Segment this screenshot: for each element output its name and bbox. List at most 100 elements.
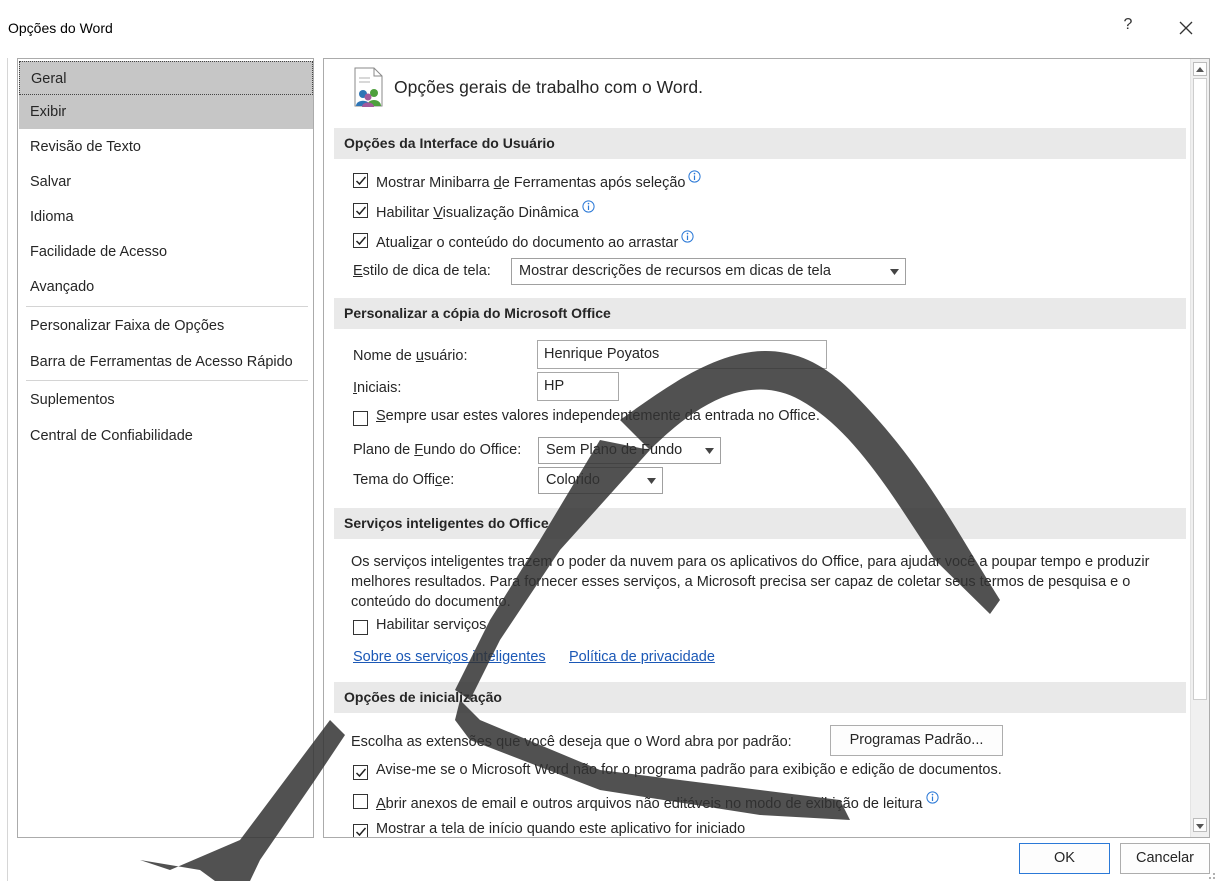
sidebar-item-exibir[interactable]: Exibir — [19, 95, 313, 129]
always-use-checkbox[interactable] — [353, 411, 368, 426]
update-drag-checkbox[interactable] — [353, 233, 368, 248]
options-panel: Opções gerais de trabalho com o Word. Op… — [323, 58, 1210, 838]
sidebar-item-avancado[interactable]: Avançado — [19, 270, 313, 304]
minibar-checkbox[interactable] — [353, 173, 368, 188]
vertical-scrollbar[interactable] — [1190, 59, 1209, 837]
sidebar-item-suplementos[interactable]: Suplementos — [19, 383, 313, 417]
select-value: Colorido — [546, 472, 600, 488]
open-attachments-label: Abrir anexos de email e outros arquivos … — [376, 791, 939, 812]
label-part: ar o conteúdo do documento ao arrastar — [419, 235, 679, 251]
label-part: Mostrar Minibarra — [376, 175, 494, 191]
section-ui-options: Opções da Interface do Usuário — [334, 128, 1186, 159]
sidebar-separator — [26, 306, 308, 307]
label-part: Nome de — [353, 348, 416, 364]
access-key: F — [414, 442, 424, 458]
label-part: empre usar estes valores independentemen… — [385, 408, 820, 424]
chevron-down-icon — [705, 448, 714, 454]
check-icon — [355, 236, 367, 246]
help-button[interactable]: ? — [1118, 16, 1138, 40]
title-bar: Opções do Word ? — [0, 0, 1217, 58]
check-icon — [355, 176, 367, 186]
sidebar-separator — [26, 380, 308, 381]
update-drag-label: Atualizar o conteúdo do documento ao arr… — [376, 230, 694, 251]
ok-button[interactable]: OK — [1019, 843, 1110, 874]
scrollbar-thumb[interactable] — [1193, 78, 1207, 700]
section-personalize: Personalizar a cópia do Microsoft Office — [334, 298, 1186, 329]
intelligent-services-description: Os serviços inteligentes trazem o poder … — [351, 554, 1150, 610]
screentip-style-select[interactable]: Mostrar descrições de recursos em dicas … — [511, 258, 906, 285]
sidebar-item-salvar[interactable]: Salvar — [19, 165, 313, 199]
label-part: Atuali — [376, 235, 413, 251]
open-attachments-checkbox[interactable] — [353, 794, 368, 809]
access-key: A — [376, 796, 386, 812]
sidebar-item-geral[interactable]: Geral — [19, 61, 313, 95]
window-title: Opções do Word — [8, 20, 113, 36]
scroll-up-button[interactable] — [1193, 62, 1207, 76]
info-icon — [688, 170, 702, 183]
select-value: Sem Plano de Fundo — [546, 442, 683, 458]
sidebar-item-facilidade-de-acesso[interactable]: Facilidade de Acesso — [19, 235, 313, 269]
access-key: d — [493, 175, 502, 191]
access-key: S — [376, 408, 386, 424]
label-part: brir anexos de email e outros arquivos n… — [385, 796, 923, 812]
always-use-label: Sempre usar estes valores independenteme… — [376, 408, 820, 424]
close-button[interactable] — [1172, 14, 1200, 42]
label-part: suário: — [423, 348, 468, 364]
cancel-button[interactable]: Cancelar — [1120, 843, 1210, 874]
live-preview-checkbox[interactable] — [353, 203, 368, 218]
privacy-policy-link[interactable]: Política de privacidade — [569, 649, 715, 665]
sidebar-item-revisao-de-texto[interactable]: Revisão de Texto — [19, 130, 313, 164]
initials-label: Iniciais: — [353, 377, 401, 399]
enable-services-checkbox[interactable] — [353, 620, 368, 635]
access-key: V — [433, 205, 443, 221]
select-value: Mostrar descrições de recursos em dicas … — [519, 263, 831, 279]
info-icon — [582, 200, 595, 213]
chevron-down-icon — [1196, 824, 1204, 829]
scroll-down-button[interactable] — [1193, 818, 1207, 832]
check-icon — [355, 768, 367, 778]
screentip-label: Estilo de dica de tela: — [353, 260, 491, 282]
default-programs-button[interactable]: Programas Padrão... — [830, 725, 1003, 756]
access-key: z — [412, 235, 420, 251]
section-startup-options: Opções de inicialização — [334, 682, 1186, 713]
check-icon — [355, 827, 367, 837]
office-theme-select[interactable]: Colorido — [538, 467, 663, 494]
theme-label: Tema do Office: — [353, 469, 454, 491]
close-icon — [1179, 21, 1193, 35]
sidebar-item-personalizar-faixa[interactable]: Personalizar Faixa de Opções — [19, 309, 313, 343]
access-key: u — [415, 348, 424, 364]
label-part: Plano de — [353, 442, 415, 458]
access-key: E — [353, 263, 363, 279]
label-part: Habilitar — [376, 205, 434, 221]
initials-input[interactable]: HP — [537, 372, 619, 401]
warn-default-label: Avise-me se o Microsoft Word não for o p… — [376, 762, 1002, 778]
sidebar: Geral Exibir Revisão de Texto Salvar Idi… — [17, 58, 314, 838]
chevron-down-icon — [647, 478, 656, 484]
sidebar-item-barra-acesso-rapido[interactable]: Barra de Ferramentas de Acesso Rápido — [19, 345, 313, 379]
info-icon — [925, 791, 939, 804]
minibar-label: Mostrar Minibarra de Ferramentas após se… — [376, 170, 702, 191]
label-part: stilo de dica de tela: — [362, 263, 491, 279]
office-background-select[interactable]: Sem Plano de Fundo — [538, 437, 721, 464]
label-part: Tema do Offi — [353, 472, 435, 488]
background-label: Plano de Fundo do Office: — [353, 439, 521, 461]
resize-grip-icon[interactable] — [1204, 868, 1216, 880]
label-part: isualização Dinâmica — [442, 205, 579, 221]
label-part: niciais: — [357, 380, 402, 396]
left-border — [7, 58, 8, 881]
general-options-icon — [354, 67, 383, 107]
username-input[interactable]: Henrique Poyatos — [537, 340, 827, 369]
sidebar-item-idioma[interactable]: Idioma — [19, 200, 313, 234]
warn-default-checkbox[interactable] — [353, 765, 368, 780]
sidebar-item-central-de-confiabilidade[interactable]: Central de Confiabilidade — [19, 419, 313, 453]
options-content: Opções gerais de trabalho com o Word. Op… — [324, 59, 1190, 837]
about-intelligent-services-link[interactable]: Sobre os serviços inteligentes — [353, 649, 546, 665]
page-title: Opções gerais de trabalho com o Word. — [394, 77, 704, 97]
dialog-footer: OK Cancelar — [0, 838, 1217, 881]
show-start-screen-checkbox[interactable] — [353, 824, 368, 837]
chevron-down-icon — [890, 269, 899, 275]
show-start-screen-label: Mostrar a tela de início quando este apl… — [376, 821, 746, 837]
live-preview-label: Habilitar Visualização Dinâmica — [376, 200, 595, 221]
section-intelligent-services: Serviços inteligentes do Office — [334, 508, 1186, 539]
label-part: undo do Office: — [423, 442, 522, 458]
